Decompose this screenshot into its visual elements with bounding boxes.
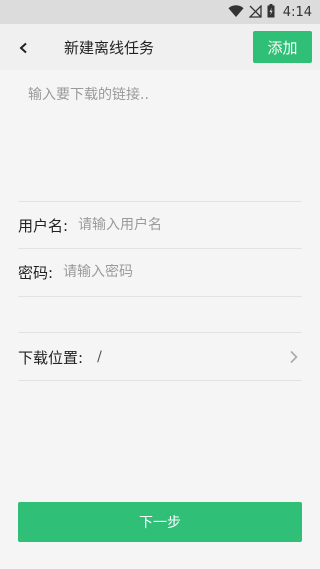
password-row: 密码: <box>18 249 302 295</box>
username-label: 用户名: <box>18 216 69 235</box>
link-input[interactable] <box>18 76 302 196</box>
app-bar: 新建离线任务 添加 <box>0 24 320 70</box>
next-button[interactable]: 下一步 <box>18 502 302 542</box>
status-bar: 4:14 <box>0 0 320 24</box>
username-input[interactable] <box>78 217 302 233</box>
battery-icon <box>267 3 275 22</box>
divider <box>18 332 302 333</box>
no-signal-icon <box>248 3 262 22</box>
chevron-right-icon <box>286 349 302 365</box>
status-icons: 4:14 <box>228 3 312 21</box>
download-location-label: 下载位置: <box>18 348 84 367</box>
password-input[interactable] <box>63 264 302 280</box>
back-arrow-icon <box>18 39 30 58</box>
status-time: 4:14 <box>282 4 312 20</box>
divider <box>18 380 302 381</box>
divider <box>18 296 302 297</box>
username-row: 用户名: <box>18 202 302 248</box>
page-title: 新建离线任务 <box>64 39 155 57</box>
add-button[interactable]: 添加 <box>253 31 312 63</box>
wifi-icon <box>228 3 244 22</box>
password-label: 密码: <box>18 263 54 282</box>
back-button[interactable] <box>12 36 36 60</box>
download-location-value: / <box>97 349 102 365</box>
download-location-row[interactable]: 下载位置: / <box>18 334 302 380</box>
